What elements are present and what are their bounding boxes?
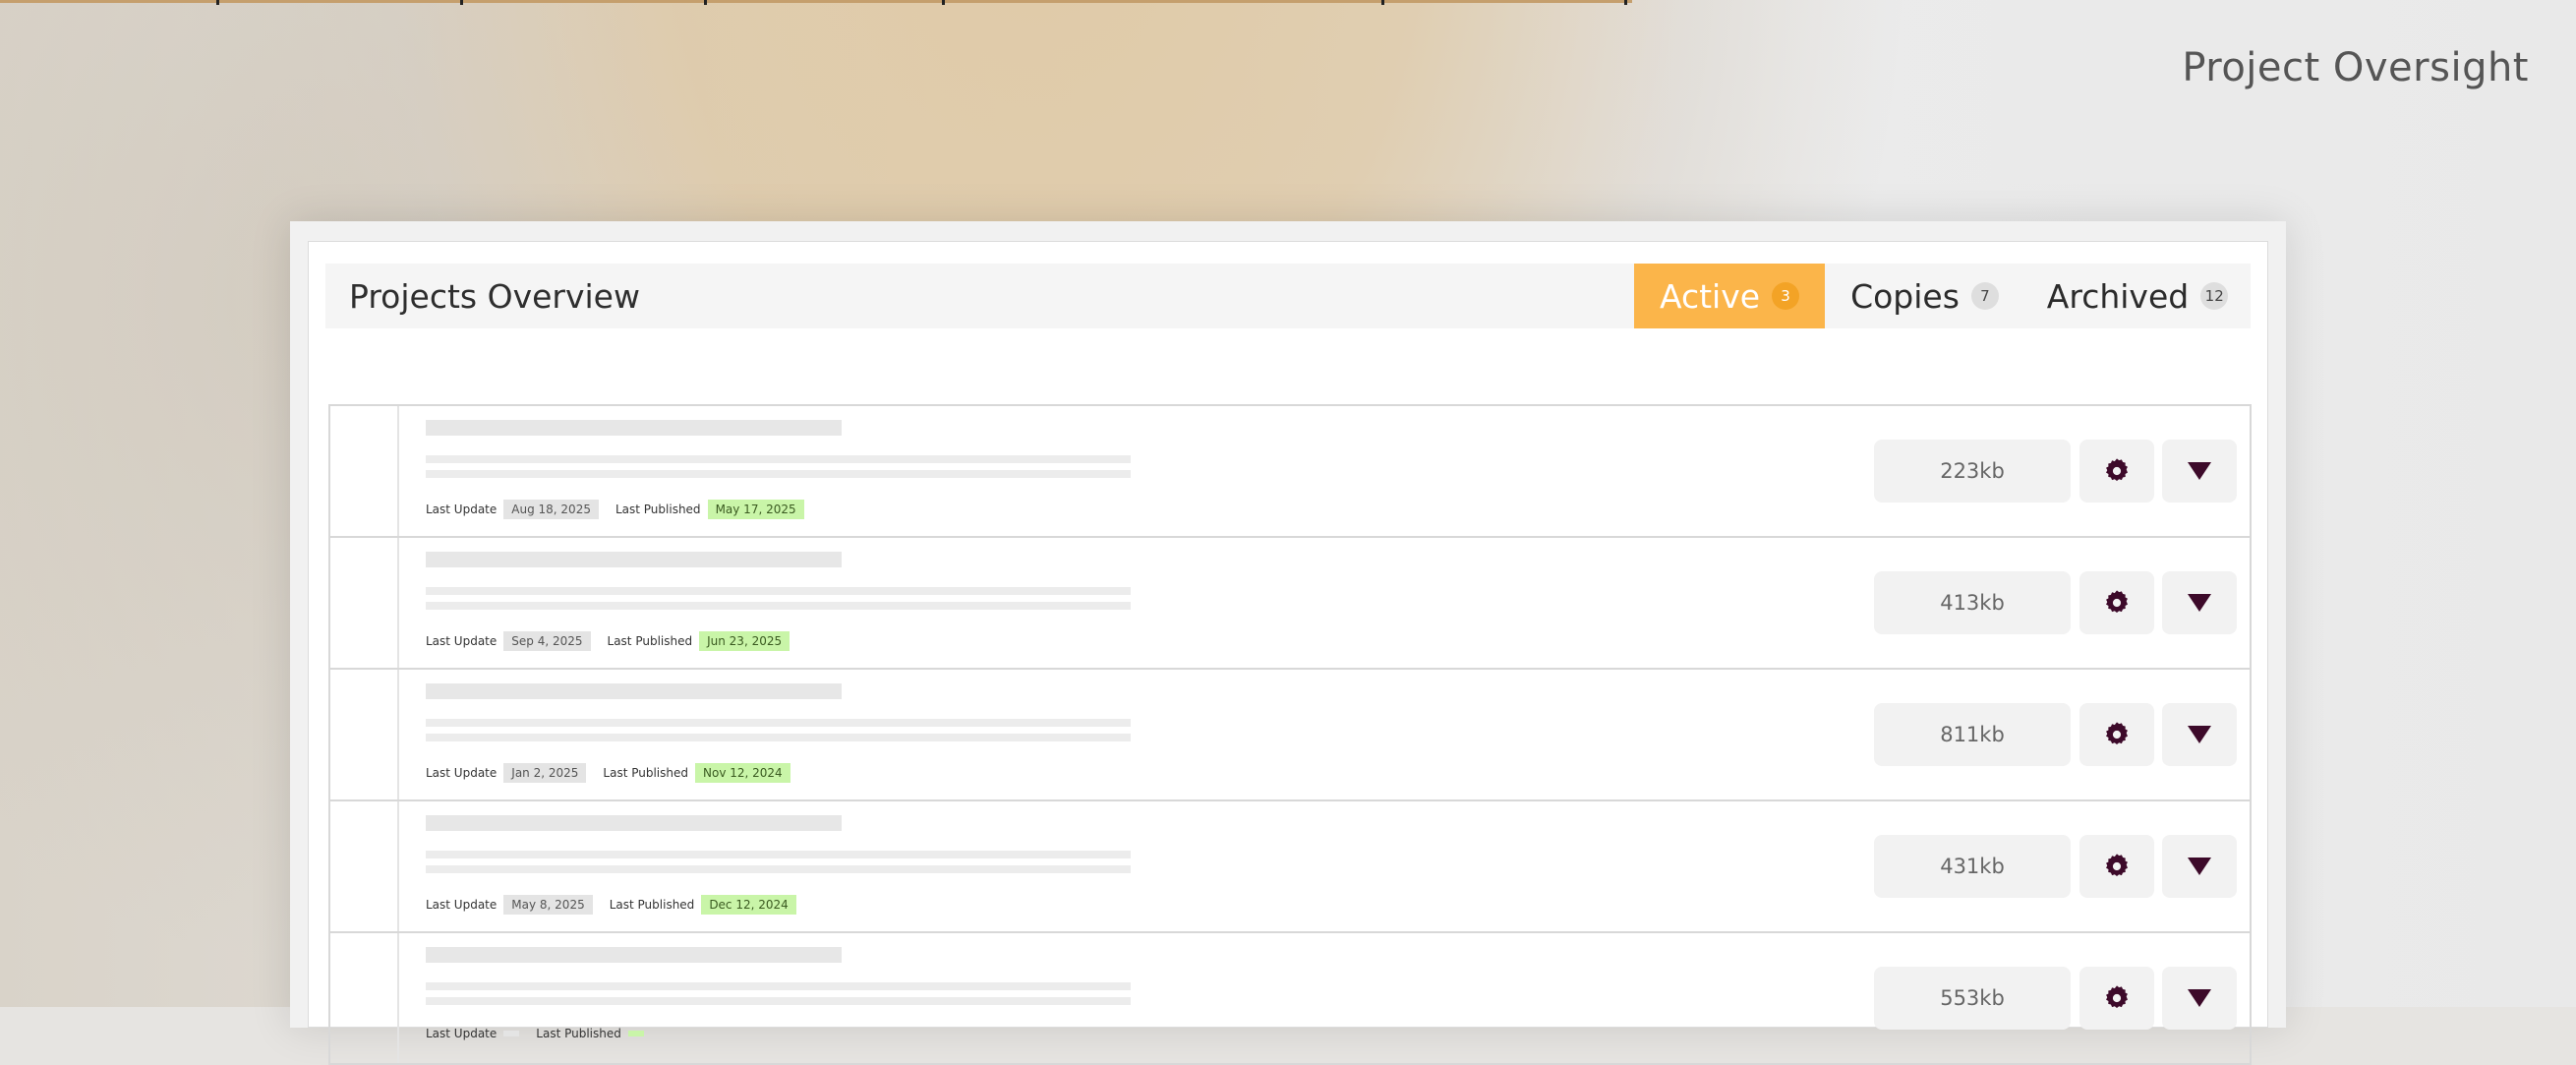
last-published-date: May 17, 2025 xyxy=(707,500,804,519)
tab-active-count: 3 xyxy=(1772,282,1800,310)
project-meta: Last Update May 8, 2025 Last Published D… xyxy=(426,895,796,915)
settings-button[interactable] xyxy=(2079,703,2154,766)
row-gutter xyxy=(330,933,399,1063)
last-update-date xyxy=(503,1031,520,1036)
tab-copies-label: Copies xyxy=(1850,276,1960,316)
triangle-down-icon xyxy=(2188,989,2211,1007)
project-meta: Last Update Last Published xyxy=(426,1027,644,1040)
project-meta: Last Update Jan 2, 2025 Last Published N… xyxy=(426,763,790,783)
gear-icon xyxy=(2106,722,2128,745)
expand-button[interactable] xyxy=(2162,440,2237,503)
file-size-badge: 431kb xyxy=(1874,835,2071,898)
last-update-label: Last Update xyxy=(426,503,498,516)
last-published-date: Jun 23, 2025 xyxy=(699,631,790,651)
file-size-badge: 223kb xyxy=(1874,440,2071,503)
project-title-placeholder xyxy=(426,683,842,699)
top-progress-strip xyxy=(0,0,1632,5)
project-row: Last Update Jan 2, 2025 Last Published N… xyxy=(328,670,2252,801)
projects-panel: Projects Overview Active 3 Copies 7 Arch… xyxy=(290,221,2286,1065)
triangle-down-icon xyxy=(2188,726,2211,743)
gear-icon xyxy=(2106,458,2128,482)
project-description-placeholder xyxy=(426,719,1131,727)
tab-archived[interactable]: Archived 12 xyxy=(2024,264,2251,328)
gear-icon xyxy=(2106,590,2128,614)
triangle-down-icon xyxy=(2188,462,2211,480)
last-update-date: Sep 4, 2025 xyxy=(503,631,591,651)
project-row: Last Update May 8, 2025 Last Published D… xyxy=(328,801,2252,933)
last-published-label: Last Published xyxy=(615,503,701,516)
project-description-placeholder xyxy=(426,734,1131,741)
last-published-date: Nov 12, 2024 xyxy=(695,763,790,783)
last-update-label: Last Update xyxy=(426,898,498,912)
expand-button[interactable] xyxy=(2162,703,2237,766)
last-published-date: Dec 12, 2024 xyxy=(701,895,796,915)
tab-active-label: Active xyxy=(1659,276,1761,316)
project-description-placeholder xyxy=(426,851,1131,858)
settings-button[interactable] xyxy=(2079,835,2154,898)
project-description-placeholder xyxy=(426,865,1131,873)
project-description-placeholder xyxy=(426,587,1131,595)
row-gutter xyxy=(330,801,399,931)
last-update-label: Last Update xyxy=(426,634,498,648)
file-size-badge: 553kb xyxy=(1874,967,2071,1030)
file-size-badge: 413kb xyxy=(1874,571,2071,634)
expand-button[interactable] xyxy=(2162,835,2237,898)
tab-archived-label: Archived xyxy=(2046,276,2190,316)
overview-title: Projects Overview xyxy=(349,276,640,316)
row-gutter xyxy=(330,538,399,668)
project-description-placeholder xyxy=(426,997,1131,1005)
project-title-placeholder xyxy=(426,420,842,436)
project-meta: Last Update Aug 18, 2025 Last Published … xyxy=(426,500,804,519)
tab-copies-count: 7 xyxy=(1970,282,1999,310)
panel-inner: Projects Overview Active 3 Copies 7 Arch… xyxy=(308,241,2268,1065)
last-update-date: Jan 2, 2025 xyxy=(503,763,587,783)
project-meta: Last Update Sep 4, 2025 Last Published J… xyxy=(426,631,790,651)
project-title-placeholder xyxy=(426,947,842,963)
gear-icon xyxy=(2106,985,2128,1009)
tab-copies[interactable]: Copies 7 xyxy=(1825,264,2024,328)
project-description-placeholder xyxy=(426,982,1131,990)
expand-button[interactable] xyxy=(2162,967,2237,1030)
project-description-placeholder xyxy=(426,470,1131,478)
project-title-placeholder xyxy=(426,815,842,831)
last-update-label: Last Update xyxy=(426,766,498,780)
last-update-date: May 8, 2025 xyxy=(503,895,593,915)
settings-button[interactable] xyxy=(2079,967,2154,1030)
project-row: Last Update Sep 4, 2025 Last Published J… xyxy=(328,538,2252,670)
row-gutter xyxy=(330,670,399,799)
tab-archived-count: 12 xyxy=(2200,282,2229,310)
page-heading: Project Oversight xyxy=(2182,45,2529,90)
project-row: Last Update Aug 18, 2025 Last Published … xyxy=(328,406,2252,538)
last-published-label: Last Published xyxy=(609,898,695,912)
project-description-placeholder xyxy=(426,455,1131,463)
triangle-down-icon xyxy=(2188,594,2211,612)
last-published-date xyxy=(627,1031,644,1036)
last-update-label: Last Update xyxy=(426,1027,498,1040)
project-list: Last Update Aug 18, 2025 Last Published … xyxy=(328,404,2252,1065)
overview-header: Projects Overview Active 3 Copies 7 Arch… xyxy=(325,264,2251,328)
project-row: Last Update Last Published 553kb xyxy=(328,933,2252,1065)
settings-button[interactable] xyxy=(2079,440,2154,503)
settings-button[interactable] xyxy=(2079,571,2154,634)
project-description-placeholder xyxy=(426,602,1131,610)
last-update-date: Aug 18, 2025 xyxy=(503,500,599,519)
gear-icon xyxy=(2106,854,2128,877)
row-gutter xyxy=(330,406,399,536)
last-published-label: Last Published xyxy=(607,634,693,648)
last-published-label: Last Published xyxy=(603,766,688,780)
expand-button[interactable] xyxy=(2162,571,2237,634)
project-title-placeholder xyxy=(426,552,842,567)
last-published-label: Last Published xyxy=(536,1027,621,1040)
tab-active[interactable]: Active 3 xyxy=(1634,264,1825,328)
file-size-badge: 811kb xyxy=(1874,703,2071,766)
triangle-down-icon xyxy=(2188,858,2211,875)
